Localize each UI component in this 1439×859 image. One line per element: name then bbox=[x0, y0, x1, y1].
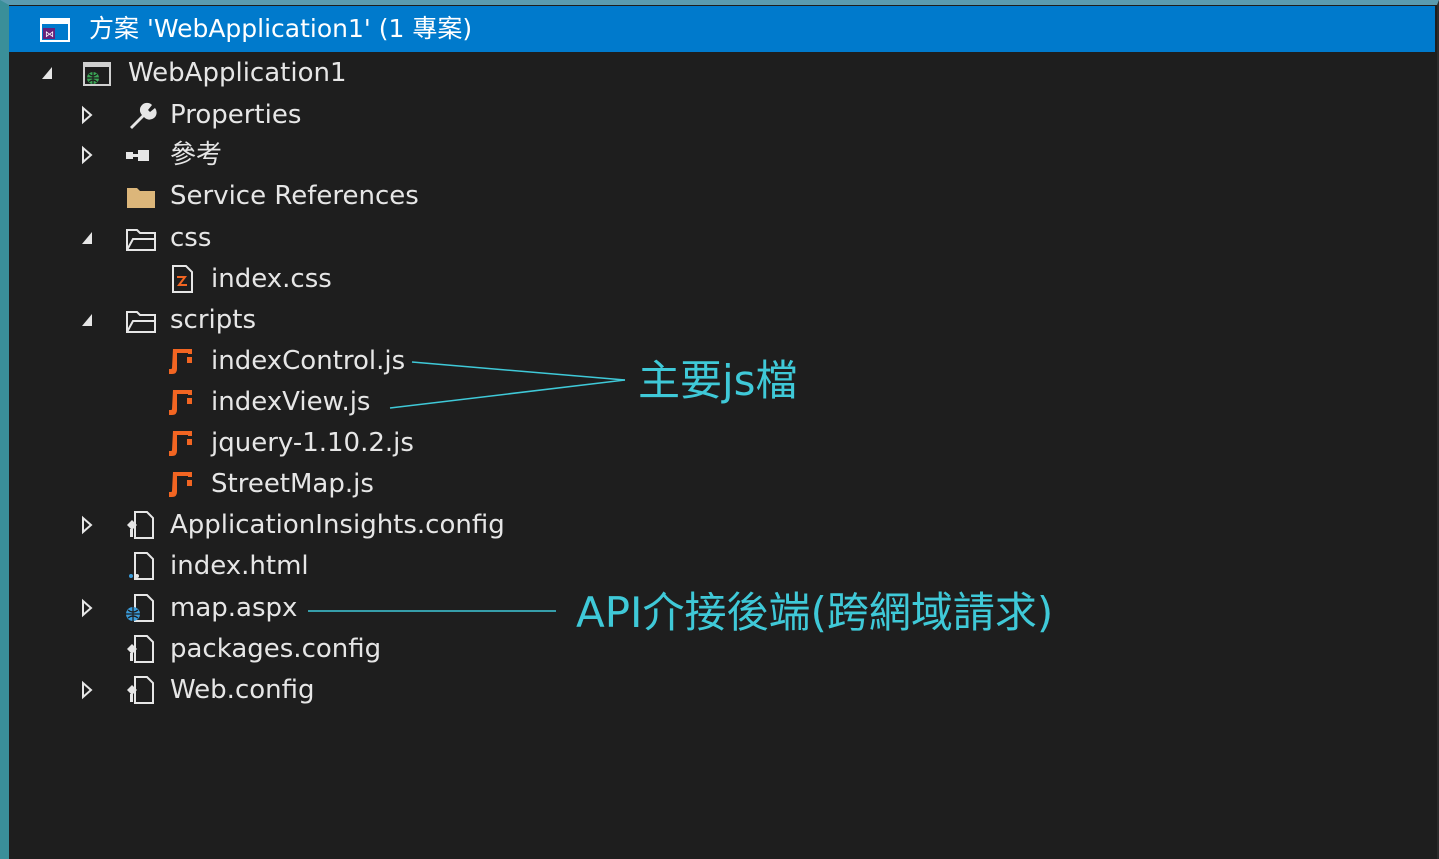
tree-item-label: index.html bbox=[170, 551, 309, 581]
expand-arrow-icon[interactable] bbox=[77, 135, 97, 175]
tree-item-properties[interactable]: Properties bbox=[0, 95, 1430, 135]
tree-item-label: css bbox=[170, 223, 212, 253]
tree-item-label: jquery-1.10.2.js bbox=[211, 428, 414, 458]
expand-arrow-icon[interactable] bbox=[77, 588, 97, 628]
tree-item-label: ApplicationInsights.config bbox=[170, 510, 505, 540]
tree-item-label: scripts bbox=[170, 305, 256, 335]
css-file-icon bbox=[165, 263, 199, 295]
collapse-arrow-icon[interactable] bbox=[77, 218, 97, 258]
tree-item-jquery-1-10-2-js[interactable]: jquery-1.10.2.js bbox=[0, 423, 1430, 463]
config-file-icon bbox=[124, 509, 158, 541]
html-file-icon bbox=[124, 550, 158, 582]
collapse-arrow-icon[interactable] bbox=[37, 53, 57, 93]
tree-item-label: map.aspx bbox=[170, 593, 298, 623]
tree-item-applicationinsights-config[interactable]: ApplicationInsights.config bbox=[0, 505, 1430, 545]
tree-item-label: Service References bbox=[170, 181, 419, 211]
tree-item-css[interactable]: css bbox=[0, 218, 1430, 258]
tree-item-web-config[interactable]: Web.config bbox=[0, 670, 1430, 710]
references-icon bbox=[124, 139, 158, 171]
folder-icon bbox=[124, 222, 158, 254]
tree-item-label: index.css bbox=[211, 264, 332, 294]
folder-filled-icon bbox=[124, 180, 158, 212]
svg-text:⋈: ⋈ bbox=[45, 30, 54, 40]
folder-icon bbox=[124, 304, 158, 336]
solution-title: 方案 'WebApplication1' (1 專案) bbox=[89, 14, 473, 43]
tree-item-label: 參考 bbox=[170, 140, 223, 170]
tree-item-label: indexControl.js bbox=[211, 346, 406, 376]
tree-item-label: WebApplication1 bbox=[128, 58, 347, 88]
solution-icon: ⋈ bbox=[40, 18, 70, 42]
tree-item-service-references[interactable]: Service References bbox=[0, 176, 1430, 216]
tree-item-label: packages.config bbox=[170, 634, 382, 664]
tree-item-references[interactable]: 參考 bbox=[0, 135, 1430, 175]
annotation-main-js: 主要js檔 bbox=[638, 356, 798, 405]
tree-item-index-html[interactable]: index.html bbox=[0, 546, 1430, 586]
tree-item-label: Properties bbox=[170, 100, 302, 130]
tree-item-label: indexView.js bbox=[211, 387, 371, 417]
annotation-api-backend: API介接後端(跨網域請求) bbox=[576, 588, 1054, 637]
js-file-icon bbox=[165, 468, 199, 500]
expand-arrow-icon[interactable] bbox=[77, 505, 97, 545]
aspx-file-icon bbox=[124, 592, 158, 624]
expand-arrow-icon[interactable] bbox=[77, 670, 97, 710]
wrench-icon bbox=[124, 99, 158, 131]
tree-item-label: Web.config bbox=[170, 675, 315, 705]
tree-item-streetmap-js[interactable]: StreetMap.js bbox=[0, 464, 1430, 504]
web-project-icon bbox=[80, 57, 114, 89]
collapse-arrow-icon[interactable] bbox=[77, 300, 97, 340]
expand-arrow-icon[interactable] bbox=[77, 95, 97, 135]
js-file-icon bbox=[165, 427, 199, 459]
tree-item-scripts[interactable]: scripts bbox=[0, 300, 1430, 340]
config-file-icon bbox=[124, 674, 158, 706]
js-file-icon bbox=[165, 386, 199, 418]
tree-item-label: StreetMap.js bbox=[211, 469, 374, 499]
js-file-icon bbox=[165, 345, 199, 377]
tree-item-index-css[interactable]: index.css bbox=[0, 259, 1430, 299]
solution-explorer-titlebar[interactable]: ⋈ 方案 'WebApplication1' (1 專案) bbox=[9, 6, 1435, 52]
tree-item-webapplication1[interactable]: WebApplication1 bbox=[0, 53, 1430, 93]
config-file-icon bbox=[124, 633, 158, 665]
